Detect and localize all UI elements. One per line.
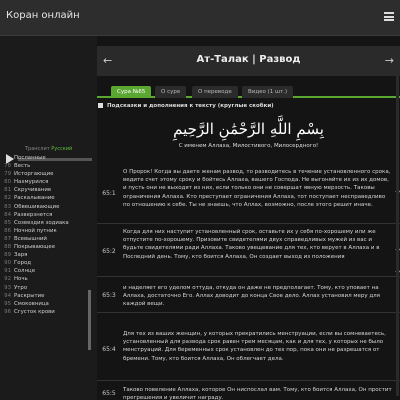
main-content: ← Ат-Талак | Развод → Сура №65 О суре О … bbox=[97, 36, 400, 400]
list-item[interactable]: 94 Раскрытие bbox=[0, 292, 97, 300]
tab-about-translation[interactable]: О переводе bbox=[192, 86, 238, 98]
sidebar: Транслит Русский Посланные 78 Весть 79 Ист… bbox=[0, 36, 97, 400]
sura-number: 89 bbox=[4, 252, 11, 259]
ayah-number: 65:3 bbox=[102, 292, 116, 299]
sura-name: Обвешивающие bbox=[14, 203, 60, 210]
list-item[interactable]: 83 Обвешивающие bbox=[0, 203, 97, 211]
bismillah-translation: С именем Аллаха, Милостивого, Милосердно… bbox=[178, 143, 319, 149]
sura-name: Посланные bbox=[14, 155, 46, 161]
sura-number: 85 bbox=[4, 219, 11, 226]
divider bbox=[97, 380, 400, 381]
ayah-number: 65:1 bbox=[102, 190, 116, 197]
sura-number: 93 bbox=[4, 284, 11, 291]
sura-name: Утро bbox=[14, 284, 28, 291]
ayah-number: 65:5 bbox=[102, 390, 116, 397]
hints-toggle[interactable]: Подсказки и дополнения к тексту (круглые… bbox=[98, 103, 274, 109]
tab-sura[interactable]: Сура №65 bbox=[111, 86, 152, 98]
sura-name: Заря bbox=[14, 252, 28, 259]
sura-number: 95 bbox=[4, 300, 11, 307]
list-item[interactable]: 87 Всевышний bbox=[0, 235, 97, 243]
list-item[interactable]: 86 Ночной путник bbox=[0, 227, 97, 235]
page-title: Ат-Талак | Развод bbox=[196, 54, 301, 65]
sura-number: 87 bbox=[4, 235, 11, 242]
sura-name: Смоковница bbox=[14, 300, 49, 307]
list-item[interactable]: 89 Заря bbox=[0, 251, 97, 259]
transliteration-option[interactable]: Транслит bbox=[25, 146, 50, 152]
divider bbox=[97, 223, 400, 224]
sura-list: Посланные 78 Весть 79 Исторгающие 80 Нахмур… bbox=[0, 154, 97, 400]
language-switcher[interactable]: Транслит Русский bbox=[25, 146, 72, 152]
sura-number: 94 bbox=[4, 292, 11, 299]
bismillah-arabic: بِسْمِ اللَّهِ الرَّحْمَٰنِ الرَّحِيمِ bbox=[173, 120, 324, 138]
list-item[interactable]: 84 Разверзнется bbox=[0, 211, 97, 219]
list-item[interactable]: 91 Солнце bbox=[0, 267, 97, 275]
sura-number: 79 bbox=[4, 171, 11, 178]
sura-name: Созвездия зодиака bbox=[14, 219, 69, 226]
ayah-number: 65:4 bbox=[102, 346, 116, 353]
list-item[interactable]: 78 Весть bbox=[0, 162, 97, 170]
list-item[interactable]: 82 Раскалывание bbox=[0, 194, 97, 202]
list-item[interactable]: 81 Скручивание bbox=[0, 186, 97, 194]
next-sura-arrow-icon[interactable]: → bbox=[385, 54, 394, 67]
sura-name: Покрывающее bbox=[14, 244, 56, 251]
list-item[interactable]: Посланные bbox=[0, 154, 97, 162]
sura-number bbox=[0, 154, 14, 162]
sura-number: 96 bbox=[4, 308, 11, 315]
sura-name: Раскалывание bbox=[14, 195, 55, 202]
tab-about-sura[interactable]: О суре bbox=[155, 86, 187, 98]
sura-name: Раскрытие bbox=[14, 292, 45, 299]
sura-name: Город bbox=[14, 260, 32, 267]
top-bar: Коран онлайн bbox=[0, 0, 400, 36]
hints-checkbox[interactable] bbox=[98, 103, 103, 108]
ayah-text: Когда для них наступит установленный сро… bbox=[123, 229, 380, 260]
sura-number: 91 bbox=[4, 268, 11, 275]
sura-name: Всевышний bbox=[14, 235, 47, 242]
content-scrollbar[interactable] bbox=[396, 76, 399, 396]
list-item[interactable]: 79 Исторгающие bbox=[0, 170, 97, 178]
sura-name: Ночной путник bbox=[14, 227, 57, 234]
ayah-text: Для тех из ваших женщин, у которых прекр… bbox=[123, 331, 386, 362]
ayah-number: 65:2 bbox=[102, 248, 116, 255]
app-title[interactable]: Коран онлайн bbox=[6, 10, 80, 21]
sura-name: Разверзнется bbox=[14, 211, 53, 218]
tab-bar: Сура №65 О суре О переводе Видео (1 шт.) bbox=[97, 84, 400, 98]
list-item[interactable]: 88 Покрывающее bbox=[0, 243, 97, 251]
sura-number: 83 bbox=[4, 203, 11, 210]
sura-number: 81 bbox=[4, 187, 11, 194]
sura-number: 90 bbox=[4, 260, 11, 267]
list-item[interactable]: 96 Сгусток крови bbox=[0, 308, 97, 316]
sura-header: ← Ат-Талак | Развод → bbox=[97, 46, 400, 76]
list-item[interactable]: 92 Ночь bbox=[0, 275, 97, 283]
russian-option[interactable]: Русский bbox=[51, 146, 72, 152]
divider bbox=[97, 312, 400, 313]
sura-number: 78 bbox=[4, 163, 11, 170]
sura-number: 86 bbox=[4, 227, 11, 234]
sura-number: 82 bbox=[4, 195, 11, 202]
sura-name: Сгусток крови bbox=[14, 308, 55, 315]
hints-label: Подсказки и дополнения к тексту (круглые… bbox=[107, 103, 274, 109]
sura-number: 92 bbox=[4, 276, 11, 283]
tab-video[interactable]: Видео (1 шт.) bbox=[242, 86, 294, 98]
sura-name: Весть bbox=[14, 163, 31, 170]
list-item[interactable]: 85 Созвездия зодиака bbox=[0, 219, 97, 227]
list-item[interactable]: 90 Город bbox=[0, 259, 97, 267]
divider bbox=[97, 276, 400, 277]
sura-name: Ночь bbox=[14, 276, 28, 283]
sura-number: 88 bbox=[4, 244, 11, 251]
sura-name: Исторгающие bbox=[14, 171, 54, 178]
ayah-text: и наделяет его уделом оттуда, откуда он … bbox=[123, 285, 380, 308]
sura-name: Скручивание bbox=[14, 187, 52, 194]
hamburger-menu-icon[interactable] bbox=[384, 12, 394, 21]
sura-name: Нахмурился bbox=[14, 179, 49, 186]
sura-number: 84 bbox=[4, 211, 11, 218]
sura-number: 80 bbox=[4, 179, 11, 186]
ayah-text: Таково повеление Аллаха, которое Он нисп… bbox=[123, 387, 392, 400]
list-item[interactable]: 95 Смоковница bbox=[0, 300, 97, 308]
list-item[interactable]: 80 Нахмурился bbox=[0, 178, 97, 186]
sura-list-scrollbar[interactable] bbox=[88, 290, 91, 350]
ayah-text: О Пророк! Когда вы даете женам развод, т… bbox=[123, 169, 391, 208]
list-item[interactable]: 93 Утро bbox=[0, 284, 97, 292]
sura-name: Солнце bbox=[14, 268, 36, 275]
